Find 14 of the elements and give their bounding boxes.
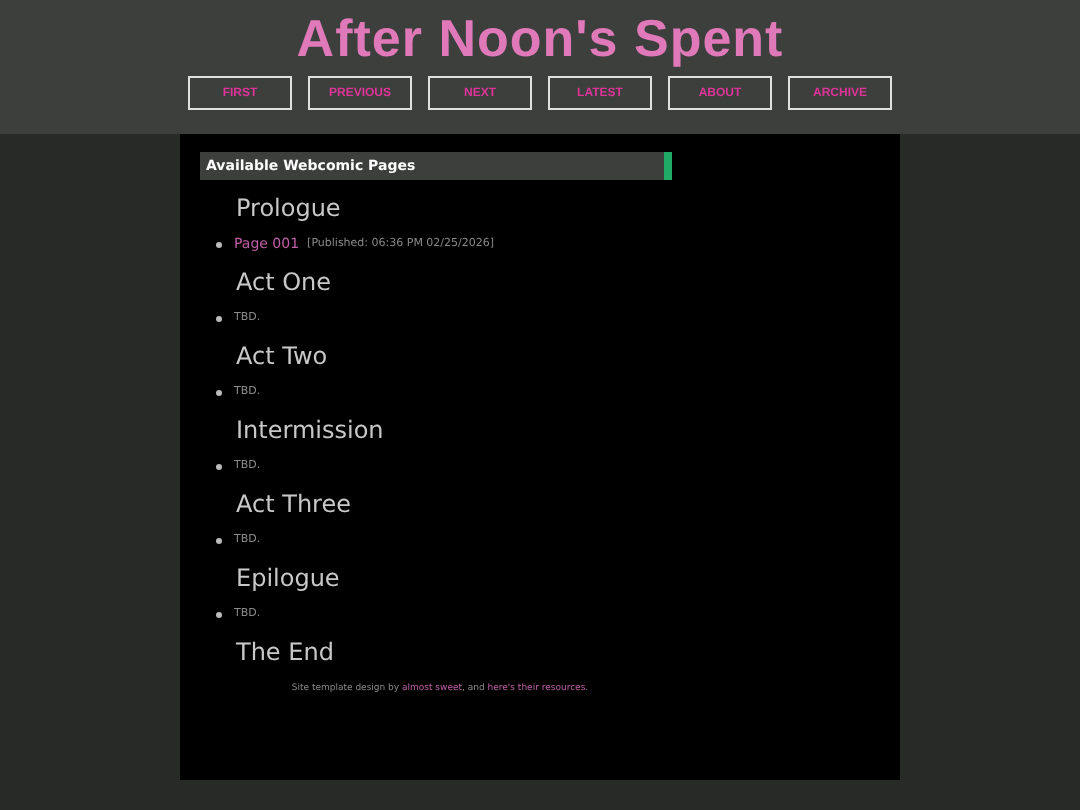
bullet-icon bbox=[216, 537, 222, 543]
section-heading: Intermission bbox=[236, 414, 386, 446]
section-heading: Act Two bbox=[236, 340, 330, 372]
section-heading: Act Three bbox=[236, 488, 353, 520]
section-heading: Epilogue bbox=[236, 562, 342, 594]
site-title: After Noon's Spent bbox=[296, 6, 784, 70]
bullet-icon bbox=[216, 463, 222, 469]
bullet-icon bbox=[216, 611, 222, 617]
section-heading: The End bbox=[236, 636, 336, 668]
bullet-icon bbox=[216, 241, 222, 247]
bullet-icon bbox=[216, 315, 222, 321]
section-heading: Prologue bbox=[236, 192, 343, 224]
section-heading: Act One bbox=[236, 266, 334, 298]
bullet-icon bbox=[216, 389, 222, 395]
